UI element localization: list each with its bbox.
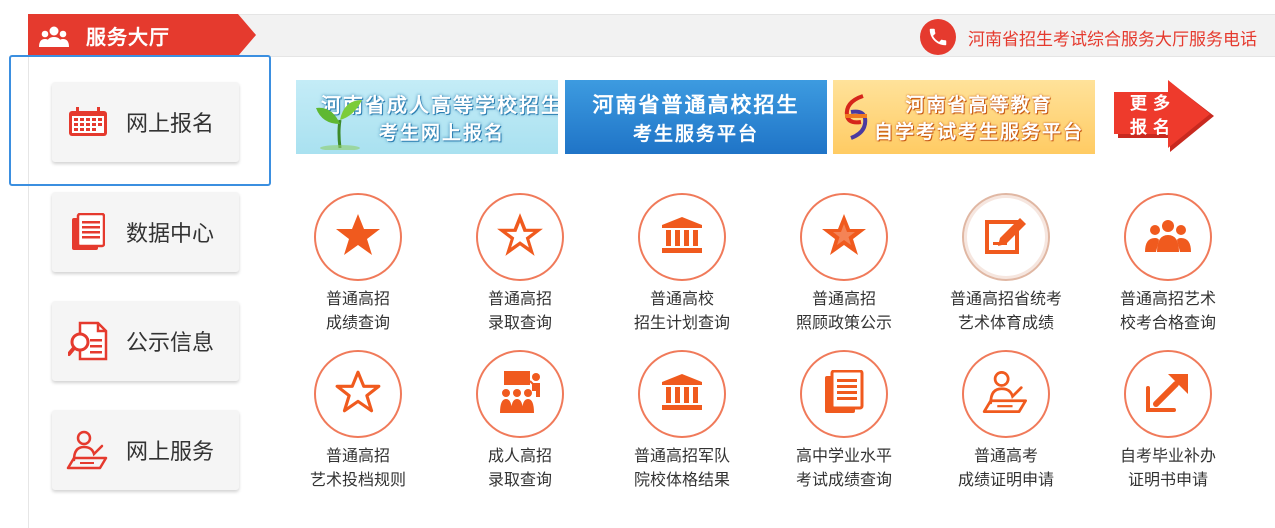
service-enrollment-plan-query[interactable]: 普通高校 招生计划查询 [607, 193, 757, 335]
service-score-certificate-application[interactable]: 普通高考 成绩证明申请 [931, 350, 1081, 492]
service-gaokao-admission-query[interactable]: 普通高招 录取查询 [445, 193, 595, 335]
service-phone: 河南省招生考试综合服务大厅服务电话 [920, 19, 1257, 55]
service-policy-notice[interactable]: 普通高招 照顾政策公示 [769, 193, 919, 335]
service-self-study-certificate-reissue[interactable]: 自考毕业补办 证明书申请 [1093, 350, 1243, 492]
service-art-sports-score[interactable]: 普通高招省统考 艺术体育成绩 [931, 193, 1081, 335]
service-military-physical-result[interactable]: 普通高招军队 院校体格结果 [607, 350, 757, 492]
banner-self-study-exam[interactable]: 河南省高等教育 自学考试考生服务平台 [833, 80, 1095, 154]
magnifier-document-icon [66, 319, 110, 363]
service-label-line1: 普通高考 [973, 446, 1038, 465]
group-icon [1143, 218, 1193, 256]
service-label-line1: 普通高招艺术 [1119, 289, 1216, 308]
service-label-line2: 照顾政策公示 [795, 313, 892, 332]
star-outline-icon [333, 368, 383, 420]
service-label-line2: 成绩查询 [325, 313, 390, 332]
service-label-line1: 普通高招省统考 [949, 289, 1062, 308]
service-label-line1: 自考毕业补办 [1119, 446, 1216, 465]
service-gaokao-score-query[interactable]: 普通高招 成绩查询 [283, 193, 433, 335]
banner-subtitle: 自学考试考生服务平台 [873, 121, 1084, 143]
people-group-icon [38, 24, 70, 48]
person-desk-icon [982, 370, 1030, 418]
service-label-line1: 成人高招 [487, 446, 552, 465]
sprout-icon [316, 100, 362, 150]
banner-adult-college-registration[interactable]: 河南省成人高等学校招生 考生网上报名 [296, 80, 558, 154]
phone-icon [920, 19, 956, 55]
service-label-line2: 艺术体育成绩 [957, 313, 1054, 332]
star-solid-icon [820, 212, 868, 262]
service-art-school-exam-query[interactable]: 普通高招艺术 校考合格查询 [1093, 193, 1243, 335]
sidebar-item-label: 网上报名 [126, 112, 215, 137]
exam-logo-icon [844, 94, 868, 140]
service-label-line2: 录取查询 [487, 470, 552, 489]
sidebar-item-online-service[interactable]: 网上服务 [52, 410, 239, 490]
more-registration-button[interactable]: 更多 报名 [1112, 80, 1216, 156]
phone-text: 河南省招生考试综合服务大厅服务电话 [968, 29, 1257, 50]
service-academic-level-score-query[interactable]: 高中学业水平 考试成绩查询 [769, 350, 919, 492]
arrow-upright-icon [1144, 370, 1192, 418]
building-icon [661, 216, 703, 258]
sidebar-item-data-center[interactable]: 数据中心 [52, 192, 239, 272]
service-label-line2: 考试成绩查询 [795, 470, 892, 489]
service-label-line2: 艺术投档规则 [309, 470, 406, 489]
edit-icon [984, 214, 1028, 260]
service-label-line2: 校考合格查询 [1119, 313, 1216, 332]
more-line2: 报名 [1130, 118, 1176, 138]
banner-title: 河南省高等教育 [905, 94, 1053, 116]
building-icon [661, 373, 703, 415]
service-label-line1: 普通高招 [325, 289, 390, 308]
page-title: 服务大厅 [86, 25, 170, 49]
banner-title: 河南省普通高校招生 [592, 92, 800, 117]
banner-subtitle: 考生网上报名 [378, 122, 505, 144]
service-art-admission-rules[interactable]: 普通高招 艺术投档规则 [283, 350, 433, 492]
service-adult-admission-query[interactable]: 成人高招 录取查询 [445, 350, 595, 492]
sidebar-item-online-registration[interactable]: 网上报名 [52, 82, 239, 162]
service-label-line2: 成绩证明申请 [957, 470, 1054, 489]
calendar-icon [66, 100, 110, 144]
service-label-line1: 普通高招 [811, 289, 876, 308]
sidebar-item-label: 数据中心 [126, 222, 215, 247]
documents-icon [824, 369, 864, 418]
service-label-line2: 招生计划查询 [633, 313, 730, 332]
service-label-line1: 普通高招 [487, 289, 552, 308]
star-solid-icon [334, 212, 382, 262]
star-outline-icon [495, 211, 545, 263]
service-hall-tab: 服务大厅 [28, 14, 256, 57]
banner-regular-college-service[interactable]: 河南省普通高校招生 考生服务平台 [565, 80, 827, 154]
sidebar-item-label: 网上服务 [126, 440, 215, 465]
sidebar-item-public-info[interactable]: 公示信息 [52, 301, 239, 381]
person-desk-icon [66, 428, 110, 472]
service-label-line1: 高中学业水平 [795, 446, 892, 465]
more-line1: 更多 [1130, 94, 1176, 114]
presentation-icon [496, 369, 544, 419]
service-label-line1: 普通高招军队 [633, 446, 730, 465]
service-label-line1: 普通高校 [649, 289, 714, 308]
service-label-line2: 证明书申请 [1127, 470, 1208, 489]
service-label-line1: 普通高招 [325, 446, 390, 465]
banner-subtitle: 考生服务平台 [632, 122, 759, 145]
service-label-line2: 院校体格结果 [633, 470, 730, 489]
service-label-line2: 录取查询 [487, 313, 552, 332]
sidebar-item-label: 公示信息 [126, 331, 215, 356]
header-bar: 服务大厅 河南省招生考试综合服务大厅服务电话 [28, 14, 1275, 57]
documents-icon [66, 210, 110, 254]
